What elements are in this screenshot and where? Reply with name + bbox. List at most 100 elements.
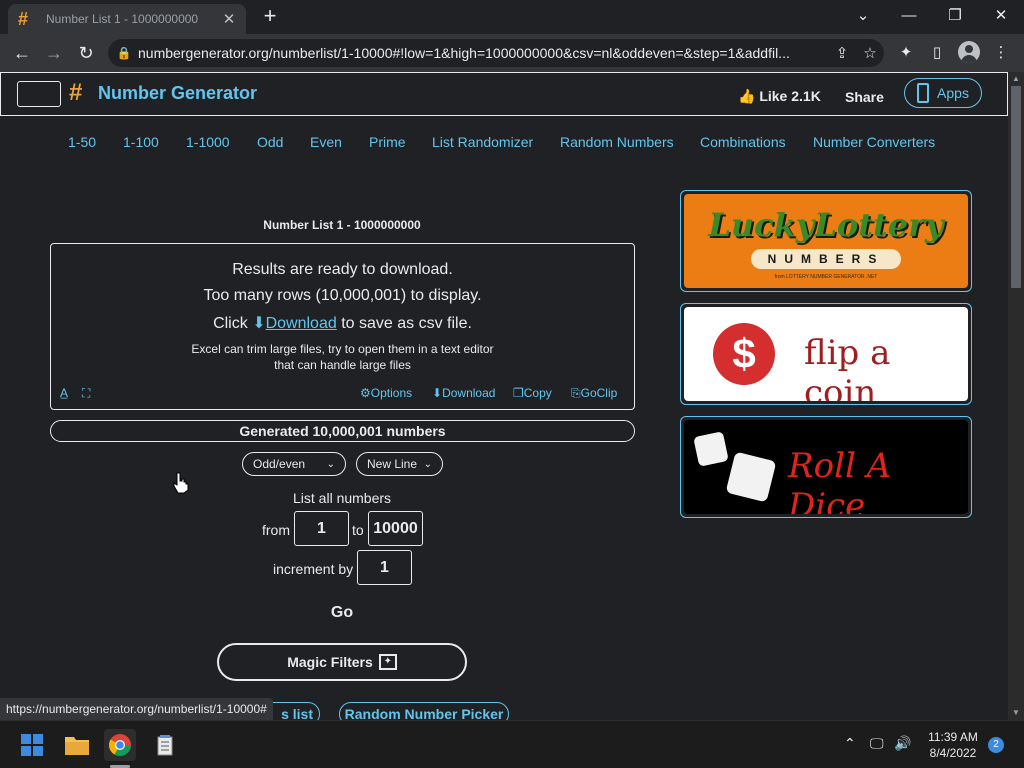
nav-1-1000[interactable]: 1-1000 — [186, 134, 230, 150]
lottery-source-text: from LOTTERY NUMBER GENERATOR .NET — [774, 274, 878, 280]
file-explorer-icon[interactable] — [61, 729, 93, 761]
lucky-lottery-ad[interactable]: LuckyLottery NUMBERS from LOTTERY NUMBER… — [680, 190, 972, 292]
gear-icon: ⚙ — [360, 386, 371, 400]
results-ready-text: Results are ready to download. — [232, 261, 453, 278]
nav-even[interactable]: Even — [310, 134, 342, 150]
phone-icon — [917, 83, 930, 103]
nav-combinations[interactable]: Combinations — [700, 134, 786, 150]
browser-toolbar: ← → ↻ 🔒 numbergenerator.org/numberlist/1… — [0, 34, 1024, 72]
show-hidden-icons[interactable]: ⌃ — [844, 735, 856, 752]
forward-button[interactable]: → — [40, 40, 68, 66]
new-tab-button[interactable]: + — [258, 5, 282, 29]
page-scrollbar[interactable]: ▲ ▼ — [1008, 72, 1024, 720]
like-label: Like 2.1K — [759, 88, 821, 104]
fullscreen-icon[interactable]: ⛶ — [82, 386, 90, 401]
network-icon[interactable]: 🖵 — [870, 735, 884, 752]
odd-even-select[interactable]: Odd/even ⌄ — [242, 452, 346, 476]
chrome-taskbar-icon[interactable] — [104, 729, 136, 761]
nav-number-converters[interactable]: Number Converters — [813, 134, 935, 150]
too-many-rows-text: Too many rows (10,000,001) to display. — [203, 287, 482, 304]
taskbar: ⌃ 🖵 🔊 11:39 AM 8/4/2022 2 — [0, 720, 1024, 768]
site-brand[interactable]: Number Generator — [98, 83, 257, 104]
side-panel-icon[interactable]: ▯ — [924, 41, 950, 65]
nav-random-numbers[interactable]: Random Numbers — [560, 134, 674, 150]
dice-icon — [693, 431, 729, 467]
to-input[interactable]: 10000 — [368, 511, 423, 546]
close-window-button[interactable]: ✕ — [978, 3, 1024, 29]
apps-button[interactable]: Apps — [904, 78, 982, 108]
font-size-icon[interactable]: A̲ — [60, 386, 68, 400]
roll-a-dice-banner: Roll A Dice — [684, 420, 968, 514]
copy-icon: ❐ — [513, 386, 524, 400]
roll-a-dice-ad[interactable]: Roll A Dice — [680, 416, 972, 518]
increment-input[interactable]: 1 — [357, 550, 412, 585]
download-link[interactable]: Download — [266, 315, 337, 332]
large-files-note-text: that can handle large files — [274, 358, 411, 372]
share-button[interactable]: Share — [845, 89, 884, 105]
url-text[interactable]: numbergenerator.org/numberlist/1-10000#!… — [138, 45, 828, 61]
windows-start-icon[interactable] — [16, 729, 48, 761]
coin-symbol: $ — [732, 330, 756, 377]
browser-tab[interactable]: # Number List 1 - 1000000000 ✕ — [8, 4, 246, 34]
tab-strip: # Number List 1 - 1000000000 ✕ + ⌄ — ❐ ✕ — [0, 0, 1024, 34]
lottery-numbers-text: NUMBERS — [751, 249, 901, 269]
menu-icon[interactable]: ⋮ — [988, 41, 1014, 65]
generated-count-banner: Generated 10,000,001 numbers — [50, 420, 635, 442]
nav-prime[interactable]: Prime — [369, 134, 406, 150]
bookmark-star-icon[interactable]: ☆ — [856, 44, 884, 62]
notepad-icon[interactable] — [149, 729, 181, 761]
scroll-up-icon[interactable]: ▲ — [1008, 72, 1024, 86]
flip-a-coin-ad[interactable]: $ flip a coin — [680, 303, 972, 405]
hand-cursor-icon — [173, 472, 189, 494]
logo-hash-icon[interactable]: # — [69, 79, 82, 107]
menu-toggle-button[interactable] — [17, 81, 61, 107]
nav-1-50[interactable]: 1-50 — [68, 134, 96, 150]
copy-label: Copy — [523, 386, 552, 400]
clock-time: 11:39 AM — [928, 730, 978, 744]
like-button[interactable]: 👍 Like 2.1K — [738, 88, 821, 105]
separator-select[interactable]: New Line ⌄ — [356, 452, 443, 476]
download-arrow-icon[interactable]: ⬇ — [252, 315, 265, 332]
increment-label: increment by — [273, 561, 354, 577]
share-page-icon[interactable]: ⇪ — [828, 44, 856, 62]
lock-icon[interactable]: 🔒 — [110, 46, 138, 60]
nav-1-100[interactable]: 1-100 — [123, 134, 159, 150]
clock[interactable]: 11:39 AM 8/4/2022 — [918, 729, 988, 761]
scroll-down-icon[interactable]: ▼ — [1008, 706, 1024, 720]
minimize-button[interactable]: — — [886, 3, 932, 29]
site-header: # Number Generator 👍 Like 2.1K Share App… — [0, 72, 1008, 116]
address-bar[interactable]: 🔒 numbergenerator.org/numberlist/1-10000… — [108, 39, 884, 67]
close-tab-icon[interactable]: ✕ — [222, 10, 236, 28]
random-number-picker-link[interactable]: Random Number Picker — [339, 702, 509, 720]
goclip-button[interactable]: ⎘GoClip — [571, 386, 617, 401]
notification-badge[interactable]: 2 — [988, 737, 1004, 753]
restore-button[interactable]: ❐ — [932, 3, 978, 29]
page-viewport: # Number Generator 👍 Like 2.1K Share App… — [0, 72, 1008, 720]
flip-a-coin-banner: $ flip a coin — [684, 307, 968, 401]
reload-button[interactable]: ↻ — [72, 40, 100, 66]
lottery-title: LuckyLottery — [708, 206, 944, 244]
scrollbar-thumb[interactable] — [1011, 86, 1021, 288]
roll-a-dice-text: Roll A Dice — [788, 446, 892, 514]
results-panel: Results are ready to download. Too many … — [50, 243, 635, 410]
tab-search-icon[interactable]: ⌄ — [840, 3, 886, 29]
apps-label: Apps — [937, 85, 969, 101]
profile-avatar[interactable] — [958, 41, 980, 63]
click-download-line: Click ⬇Download to save as csv file. — [51, 313, 634, 333]
back-button[interactable]: ← — [8, 40, 36, 66]
volume-icon[interactable]: 🔊 — [894, 735, 911, 752]
nav-list-randomizer[interactable]: List Randomizer — [432, 134, 533, 150]
from-input[interactable]: 1 — [294, 511, 349, 546]
options-button[interactable]: ⚙Options — [360, 386, 412, 400]
clipboard-icon: ⎘ — [571, 386, 581, 400]
magic-filters-button[interactable]: Magic Filters ✦ — [217, 643, 467, 681]
nav-odd[interactable]: Odd — [257, 134, 283, 150]
tab-title: Number List 1 - 1000000000 — [46, 12, 199, 26]
download-label: Download — [442, 386, 496, 400]
to-label: to — [352, 522, 364, 538]
extensions-icon[interactable]: ✦ — [893, 41, 919, 65]
download-button[interactable]: ⬇Download — [432, 386, 495, 400]
goclip-label: GoClip — [580, 386, 618, 400]
copy-button[interactable]: ❐Copy — [513, 386, 552, 400]
go-button[interactable]: Go — [320, 604, 364, 622]
